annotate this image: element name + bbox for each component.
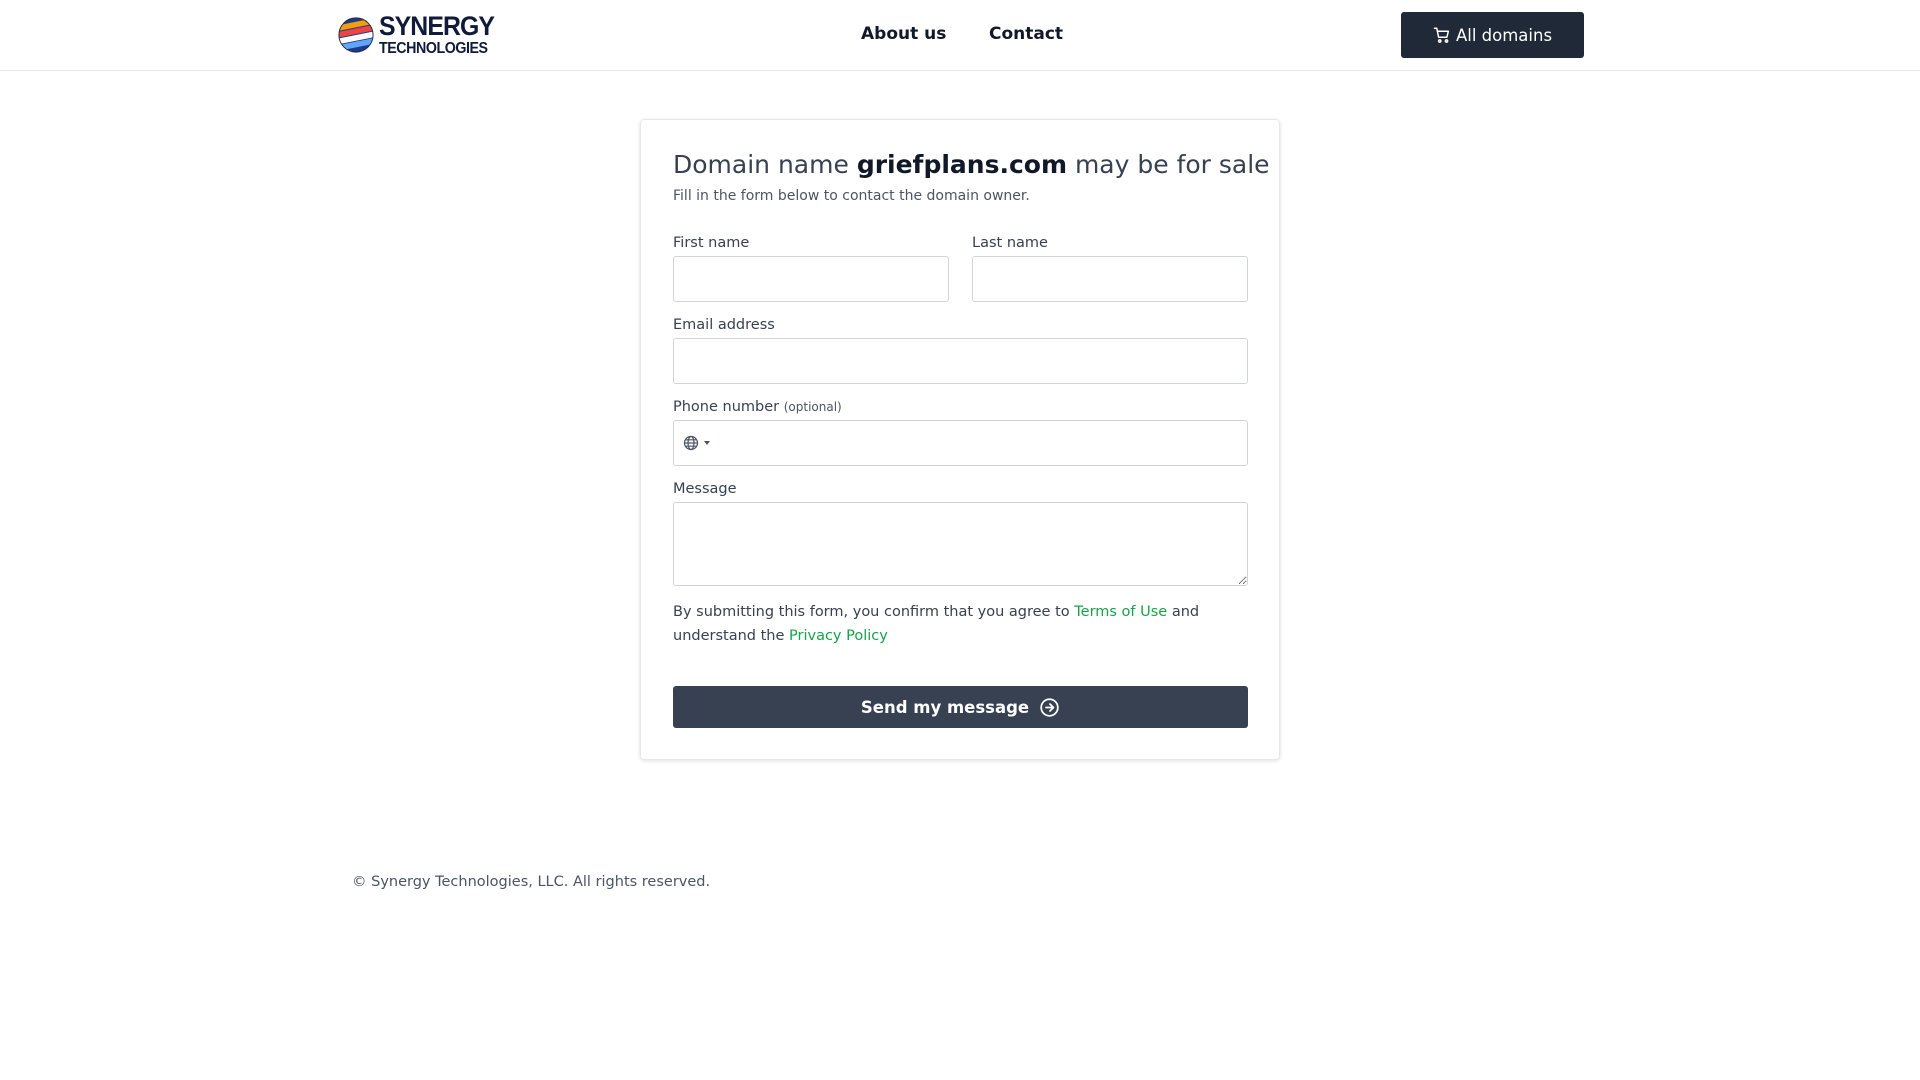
phone-field bbox=[673, 420, 1248, 466]
all-domains-button[interactable]: All domains bbox=[1401, 12, 1584, 58]
footer-copyright: © Synergy Technologies, LLC. All rights … bbox=[352, 874, 711, 890]
last-name-label: Last name bbox=[972, 235, 1048, 251]
email-label: Email address bbox=[673, 317, 775, 333]
phone-optional-note: (optional) bbox=[783, 400, 842, 414]
globe-icon bbox=[683, 435, 699, 451]
phone-label: Phone number (optional) bbox=[673, 399, 842, 415]
site-header: SYNERGY TECHNOLOGIES About us Contact Al… bbox=[0, 0, 1920, 71]
form-subtitle: Fill in the form below to contact the do… bbox=[673, 188, 1030, 204]
last-name-input[interactable] bbox=[972, 256, 1248, 302]
all-domains-label: All domains bbox=[1455, 25, 1553, 45]
send-message-label: Send my message bbox=[860, 697, 1030, 717]
cart-icon bbox=[1433, 27, 1450, 43]
phone-label-text: Phone number bbox=[673, 399, 780, 415]
first-name-label: First name bbox=[673, 235, 750, 251]
nav-contact[interactable]: Contact bbox=[989, 24, 1063, 44]
first-name-input[interactable] bbox=[673, 256, 949, 302]
phone-input[interactable] bbox=[722, 422, 1242, 464]
chevron-down-icon bbox=[704, 441, 710, 445]
title-suffix: may be for sale bbox=[1074, 150, 1270, 179]
consent-pre: By submitting this form, you confirm tha… bbox=[673, 604, 1070, 620]
title-prefix: Domain name bbox=[673, 150, 849, 179]
consent-text: By submitting this form, you confirm tha… bbox=[673, 600, 1248, 648]
contact-form-card: Domain name griefplans.com may be for sa… bbox=[640, 119, 1280, 760]
page-title: Domain name griefplans.com may be for sa… bbox=[673, 150, 1270, 179]
nav-about-us[interactable]: About us bbox=[861, 24, 946, 44]
message-label: Message bbox=[673, 481, 737, 497]
domain-name: griefplans.com bbox=[856, 150, 1067, 179]
send-message-button[interactable]: Send my message bbox=[673, 686, 1248, 728]
main-nav: About us Contact bbox=[0, 24, 1920, 46]
email-input[interactable] bbox=[673, 338, 1248, 384]
privacy-policy-link[interactable]: Privacy Policy bbox=[789, 628, 888, 644]
terms-of-use-link[interactable]: Terms of Use bbox=[1074, 604, 1167, 620]
message-textarea[interactable] bbox=[673, 502, 1248, 586]
country-selector[interactable] bbox=[683, 435, 710, 451]
arrow-right-circle-icon bbox=[1040, 697, 1059, 717]
